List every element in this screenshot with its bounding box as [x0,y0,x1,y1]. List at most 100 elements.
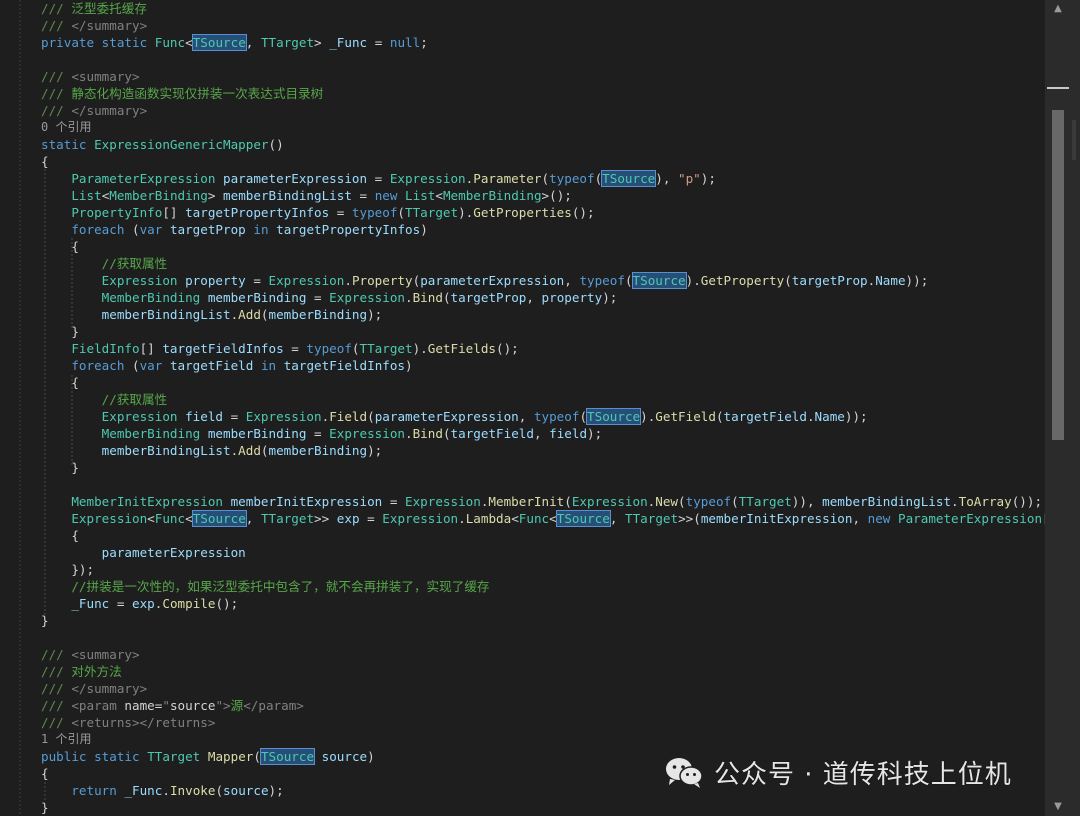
code-token: }); [41,562,95,577]
code-token: /// [41,647,72,662]
code-token: , [245,35,261,50]
code-line: private static Func<TSource, TTarget> _F… [41,34,428,51]
code-token: . [344,273,352,288]
code-token: [] [162,205,186,220]
code-token: </param> [243,698,304,713]
watermark-text: 公众号 · 道传科技上位机 [714,759,1012,790]
code-token: _Func [124,783,163,798]
code-token: ( [397,205,405,220]
code-token: { [41,375,79,390]
code-line: /// 对外方法 [41,663,122,680]
code-token: Expression [382,511,459,526]
code-token: GetProperties [473,205,572,220]
code-line: { [41,238,79,255]
code-token: ( [253,749,261,764]
code-token: typeof [579,273,625,288]
scroll-up-arrow-icon[interactable]: ▲ [1051,2,1065,16]
code-line: /// 泛型委托缓存 [41,0,147,17]
code-token: [] [139,341,163,356]
code-token: targetProp [791,273,868,288]
code-token: = [223,409,246,424]
code-token: static [41,137,87,152]
scroll-thumb[interactable] [1052,110,1064,440]
code-token: = [283,341,307,356]
code-line: { [41,765,49,782]
code-line: MemberInitExpression memberInitExpressio… [41,493,1042,510]
code-token: ); [367,443,383,458]
code-line: FieldInfo[] targetFieldInfos = typeof(TT… [41,340,519,357]
code-token: MemberBinding [101,426,201,441]
code-token: 静态化构造函数实现仅拼装一次表达式目录树 [71,86,324,101]
code-line: PropertyInfo[] targetPropertyInfos = typ… [41,204,594,221]
code-token: <summary> [71,647,140,662]
codelens-references[interactable]: 0 个引用 [41,119,91,136]
code-token: </summary> [71,18,148,33]
code-token: ( [678,494,686,509]
code-token: TTarget [738,494,792,509]
code-line: /// </summary> [41,17,147,34]
code-token: TTarget [260,35,315,50]
code-token: GetFields [427,341,497,356]
code-line: //获取属性 [41,391,168,408]
code-token: TTarget [147,749,201,764]
code-token: . [951,494,959,509]
code-token: ( [564,494,572,509]
code-token: memberInitExpression [230,494,383,509]
code-token: (); [215,596,239,611]
scroll-down-arrow-icon[interactable]: ▼ [1051,800,1065,814]
code-token: Bind [412,426,443,441]
code-token: ); [367,307,383,322]
code-token: Compile [162,596,216,611]
code-token: Expression [329,290,405,305]
code-token: ( [124,358,140,373]
code-token: Parameter [473,171,542,186]
code-token: } [41,613,49,628]
code-token: Expression [101,409,178,424]
code-token: MemberBinding [101,290,201,305]
code-token: /// [41,664,72,679]
codelens-references[interactable]: 1 个引用 [41,731,91,748]
code-token: Bind [412,290,443,305]
code-token: /// [41,715,72,730]
code-token: ). [458,205,474,220]
code-line: /// <summary> [41,646,140,663]
code-token: , [518,409,534,424]
code-token: PropertyInfo [71,205,163,220]
code-token: > [207,188,224,203]
code-token: exp [132,596,155,611]
code-token: List [71,188,102,203]
code-token: < [147,511,155,526]
code-token: targetProp [450,290,527,305]
code-token: () [268,137,284,152]
code-editor[interactable]: /// 泛型委托缓存/// </summary> private static F… [0,0,1080,816]
code-token: 0 个引用 [41,120,92,134]
code-token: , [852,511,868,526]
code-token: <summary> [71,69,140,84]
code-token: ( [260,443,269,458]
code-line: Expression field = Expression.Field(para… [41,408,868,425]
code-token: = [382,494,405,509]
code-token: (); [496,341,519,356]
code-token: targetField [450,426,534,441]
code-token: ); [602,290,618,305]
code-token: MemberBinding [442,188,542,203]
code-line: Expression property = Expression.Propert… [41,272,928,289]
code-token: Expression [245,409,322,424]
code-token: return [71,783,117,798]
code-token: Expression [571,494,648,509]
code-area[interactable]: /// 泛型委托缓存/// </summary> private static F… [0,0,1045,816]
code-token: foreach [71,222,125,237]
code-token: exp [336,511,360,526]
code-token: ) [420,222,428,237]
code-token: { [41,528,79,543]
code-token: ExpressionGenericMapper [94,137,269,152]
code-token: Expression [329,426,405,441]
